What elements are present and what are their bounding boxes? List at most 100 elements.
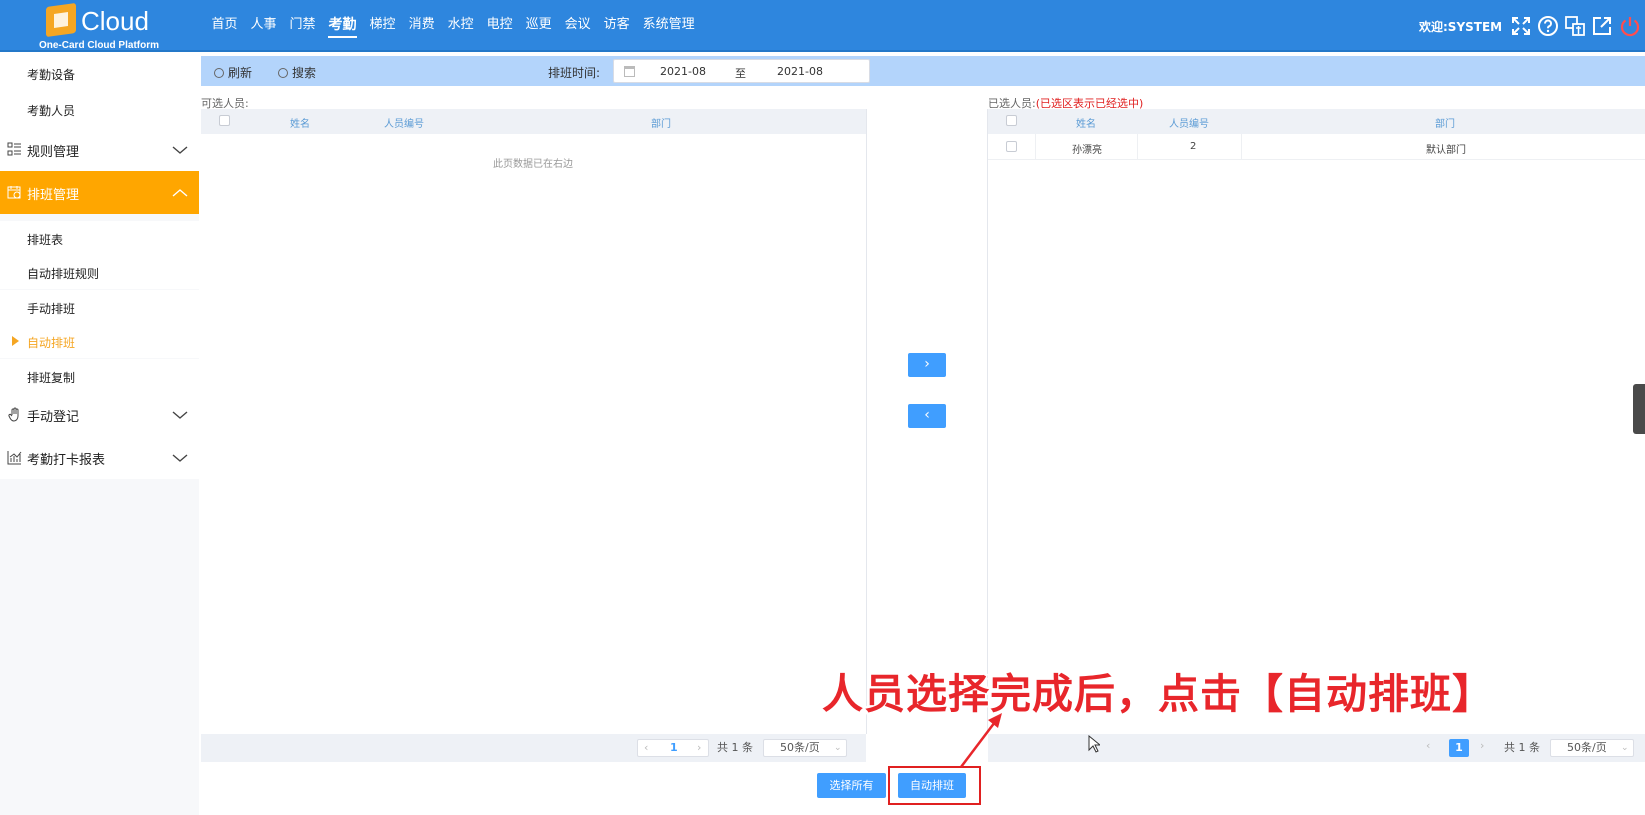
date-range-picker[interactable]: 2021-08 至 2021-08 [613, 59, 870, 83]
sidebar-group-manual-register[interactable]: 手动登记 [0, 393, 199, 436]
annotation-text: 人员选择完成后，点击【自动排班】 [822, 670, 1494, 718]
page-size-value: 50条/页 [1567, 741, 1607, 754]
dropdown-arrow-icon: ⌄ [834, 743, 842, 753]
left-panel-border [866, 109, 867, 734]
column-staff-id: 人员编号 [1169, 119, 1209, 130]
hand-icon [8, 407, 19, 422]
sidebar-group-label: 排班管理 [27, 188, 80, 203]
right-table-header: 姓名 人员编号 部门 [988, 109, 1645, 134]
next-page-icon[interactable]: › [1480, 739, 1484, 757]
cell-department: 默认部门 [1426, 145, 1466, 156]
nav-elevator[interactable]: 梯控 [363, 0, 402, 50]
nav-home[interactable]: 首页 [205, 0, 244, 50]
search-icon [278, 68, 288, 78]
page-size-select[interactable]: 50条/页 ⌄ [1550, 739, 1634, 757]
move-left-button[interactable]: ‹ [908, 404, 946, 428]
external-link-icon[interactable] [1591, 15, 1613, 37]
sidebar-group-rules[interactable]: 规则管理 [0, 128, 199, 171]
search-label: 搜索 [292, 66, 317, 80]
calendar-icon [624, 66, 635, 77]
chevron-down-icon [172, 411, 188, 419]
side-drawer-tab[interactable] [1633, 384, 1645, 434]
nav-system[interactable]: 系统管理 [636, 0, 701, 50]
nav-access[interactable]: 门禁 [283, 0, 322, 50]
chevron-down-icon [172, 454, 188, 462]
logo: Cloud One-Card Cloud Platform [34, 2, 164, 51]
refresh-icon [214, 68, 224, 78]
current-page[interactable]: 1 [1449, 739, 1469, 757]
power-icon[interactable] [1619, 15, 1641, 37]
sidebar-item-schedule-table[interactable]: 排班表 [0, 221, 199, 255]
logo-cube-icon [46, 2, 76, 38]
sidebar-item-schedule-copy[interactable]: 排班复制 [0, 359, 199, 393]
chevron-down-icon [172, 146, 188, 154]
sidebar-item-label: 排班复制 [27, 371, 76, 385]
prev-page-icon[interactable]: ‹ [1426, 739, 1430, 757]
date-from[interactable]: 2021-08 [660, 65, 706, 78]
select-all-right-checkbox[interactable] [1006, 115, 1017, 126]
total-count: 共 1 条 [717, 741, 753, 754]
sidebar-group-label: 考勤打卡报表 [27, 453, 106, 468]
select-all-left-checkbox[interactable] [219, 115, 230, 126]
sidebar-group-attendance-report[interactable]: 考勤打卡报表 [0, 436, 199, 479]
prev-page-icon[interactable]: ‹ [644, 740, 648, 756]
sidebar-item-label: 自动排班 [27, 336, 76, 350]
sidebar-item-attendance-staff[interactable]: 考勤人员 [0, 88, 199, 128]
nav-visitor[interactable]: 访客 [597, 0, 636, 50]
cell-name: 孙漂亮 [1072, 145, 1102, 156]
nav-power[interactable]: 电控 [480, 0, 519, 50]
nav-patrol[interactable]: 巡更 [519, 0, 558, 50]
help-icon[interactable] [1537, 15, 1559, 37]
rules-icon [7, 142, 21, 156]
nav-meeting[interactable]: 会议 [558, 0, 597, 50]
highlight-box [888, 766, 981, 805]
left-table-header: 姓名 人员编号 部门 [201, 109, 866, 134]
search-button[interactable]: 搜索 [278, 64, 316, 81]
fullscreen-icon[interactable] [1510, 15, 1532, 37]
sidebar-group-schedule[interactable]: 排班管理 [0, 171, 199, 214]
next-page-icon[interactable]: › [697, 740, 701, 756]
main-nav: 首页 人事 门禁 考勤 梯控 消费 水控 电控 巡更 会议 访客 系统管理 [205, 0, 701, 50]
column-department: 部门 [1435, 119, 1455, 130]
column-name: 姓名 [1076, 119, 1096, 130]
sidebar-item-auto-schedule[interactable]: 自动排班 [0, 324, 199, 358]
dropdown-arrow-icon: ⌄ [1621, 743, 1629, 753]
left-pagination: ‹ 1 › 共 1 条 50条/页 ⌄ [201, 734, 866, 762]
chevron-up-icon [172, 189, 188, 197]
sidebar-item-auto-schedule-rules[interactable]: 自动排班规则 [0, 255, 199, 289]
total-count: 共 1 条 [1504, 741, 1540, 754]
active-indicator-icon [12, 336, 19, 346]
chart-icon [7, 451, 22, 465]
refresh-label: 刷新 [228, 66, 253, 80]
column-name: 姓名 [290, 119, 310, 130]
page-size-select[interactable]: 50条/页 ⌄ [763, 739, 847, 757]
nav-attendance[interactable]: 考勤 [322, 0, 363, 50]
cell-divider [1241, 134, 1242, 160]
sidebar-item-label: 自动排班规则 [27, 267, 100, 281]
select-all-button[interactable]: 选择所有 [817, 773, 886, 798]
nav-consumption[interactable]: 消费 [402, 0, 441, 50]
sidebar-item-attendance-device[interactable]: 考勤设备 [0, 54, 199, 88]
sidebar: 考勤设备 考勤人员 规则管理 排班管理 排班表 自动排班规则 手动排班 自动排班… [0, 54, 199, 815]
move-right-button[interactable]: › [908, 353, 946, 377]
sidebar-item-manual-schedule[interactable]: 手动排班 [0, 290, 199, 324]
column-staff-id: 人员编号 [384, 119, 424, 130]
nav-water[interactable]: 水控 [441, 0, 480, 50]
date-label: 排班时间: [548, 66, 601, 80]
right-pagination: ‹ 1 › 共 1 条 50条/页 ⌄ [988, 734, 1645, 762]
cell-divider [1137, 134, 1138, 160]
current-page[interactable]: 1 [670, 740, 678, 756]
nav-personnel[interactable]: 人事 [244, 0, 283, 50]
table-row[interactable]: 孙漂亮 2 默认部门 [988, 134, 1645, 160]
logo-subtitle: One-Card Cloud Platform [38, 40, 159, 51]
logo-brand: Cloud [81, 6, 149, 36]
refresh-button[interactable]: 刷新 [214, 64, 252, 81]
row-checkbox[interactable] [1006, 141, 1017, 152]
sidebar-group-label: 手动登记 [27, 410, 80, 425]
column-department: 部门 [651, 119, 671, 130]
welcome-text: 欢迎:SYSTEM [1419, 20, 1503, 34]
sidebar-item-label: 手动排班 [27, 302, 76, 316]
date-to[interactable]: 2021-08 [777, 65, 823, 78]
cell-staff-id: 2 [1190, 141, 1197, 152]
language-icon[interactable] [1564, 15, 1586, 37]
